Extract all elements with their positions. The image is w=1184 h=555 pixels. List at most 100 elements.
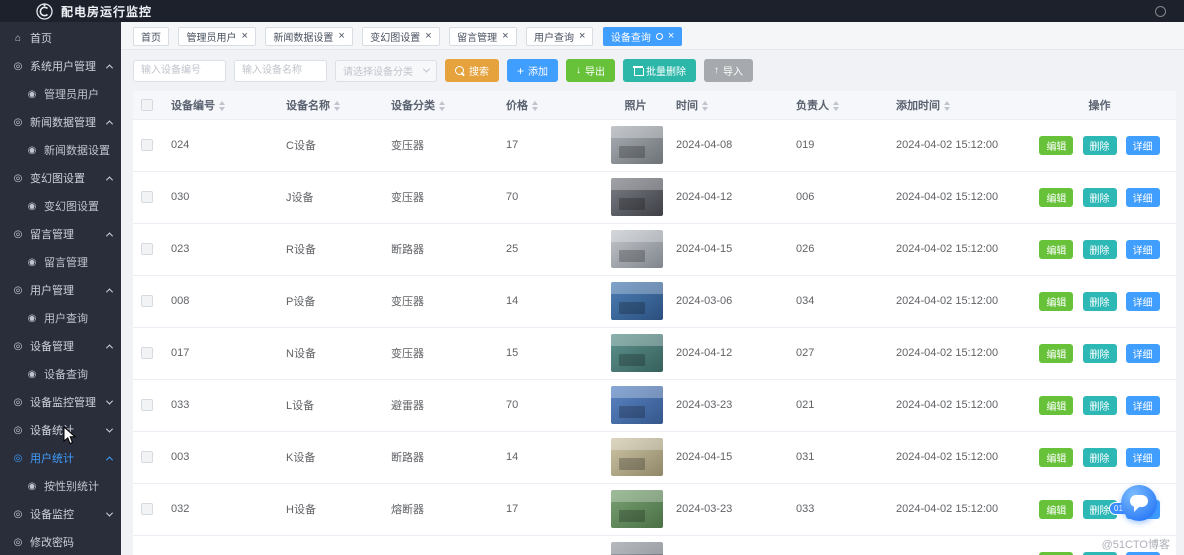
delete-button[interactable]: 删除 xyxy=(1082,187,1117,207)
column-header-0[interactable]: 设备编号 xyxy=(163,91,278,120)
device-photo[interactable] xyxy=(611,282,663,320)
device-photo[interactable] xyxy=(611,178,663,216)
edit-button[interactable]: 编辑 xyxy=(1039,239,1074,259)
row-checkbox[interactable] xyxy=(141,503,153,516)
sort-icon[interactable] xyxy=(833,100,839,111)
sidebar-item-6[interactable]: ◎ 设备管理 xyxy=(0,332,121,360)
device-photo[interactable] xyxy=(611,542,663,555)
close-icon[interactable]: × xyxy=(579,31,585,42)
tab-5[interactable]: 用户查询 × xyxy=(526,27,594,46)
sidebar-item-5[interactable]: ◎ 用户管理 xyxy=(0,276,121,304)
column-header-1[interactable]: 设备名称 xyxy=(278,91,383,120)
row-checkbox[interactable] xyxy=(141,295,153,308)
detail-button[interactable]: 详细 xyxy=(1125,551,1160,555)
column-header-4[interactable]: 照片 xyxy=(603,91,668,120)
edit-button[interactable]: 编辑 xyxy=(1039,447,1074,467)
tab-0[interactable]: 首页 xyxy=(133,27,169,46)
add-button[interactable]: + 添加 xyxy=(507,59,559,82)
device-photo[interactable] xyxy=(611,230,663,268)
sidebar-subitem-9-0[interactable]: ◉ 按性别统计 xyxy=(0,472,121,500)
edit-button[interactable]: 编辑 xyxy=(1039,499,1074,519)
edit-button[interactable]: 编辑 xyxy=(1039,291,1074,311)
close-icon[interactable]: × xyxy=(338,31,344,42)
sidebar-item-3[interactable]: ◎ 变幻图设置 xyxy=(0,164,121,192)
sidebar-item-8[interactable]: ◎ 设备统计 xyxy=(0,416,121,444)
detail-button[interactable]: 详细 xyxy=(1125,291,1160,311)
tab-3[interactable]: 变幻图设置 × xyxy=(362,27,440,46)
device-photo[interactable] xyxy=(611,438,663,476)
detail-button[interactable]: 详细 xyxy=(1125,343,1160,363)
tab-1[interactable]: 管理员用户 × xyxy=(178,27,256,46)
chat-widget[interactable]: 01:12 xyxy=(1109,485,1159,525)
sort-icon[interactable] xyxy=(702,100,708,111)
chat-bubble-icon[interactable] xyxy=(1121,485,1157,521)
sidebar-subitem-2-0[interactable]: ◉ 新闻数据设置 xyxy=(0,136,121,164)
sort-icon[interactable] xyxy=(944,100,950,111)
sort-icon[interactable] xyxy=(532,100,538,111)
sidebar-item-4[interactable]: ◎ 留言管理 xyxy=(0,220,121,248)
edit-button[interactable]: 编辑 xyxy=(1039,395,1074,415)
search-button[interactable]: 搜索 xyxy=(445,59,499,82)
column-header-7[interactable]: 添加时间 xyxy=(888,91,1023,120)
row-checkbox[interactable] xyxy=(141,399,153,412)
detail-button[interactable]: 详细 xyxy=(1125,135,1160,155)
delete-button[interactable]: 删除 xyxy=(1082,551,1117,555)
delete-button[interactable]: 删除 xyxy=(1082,343,1117,363)
category-select[interactable]: 请选择设备分类 xyxy=(335,59,437,82)
sort-icon[interactable] xyxy=(439,100,445,111)
sidebar-subitem-3-0[interactable]: ◉ 变幻图设置 xyxy=(0,192,121,220)
sidebar-item-9[interactable]: ◎ 用户统计 xyxy=(0,444,121,472)
tab-6[interactable]: 设备查询 × xyxy=(602,27,683,46)
sidebar-item-7[interactable]: ◎ 设备监控管理 xyxy=(0,388,121,416)
sort-icon[interactable] xyxy=(334,100,340,111)
detail-button[interactable]: 详细 xyxy=(1125,447,1160,467)
device-photo[interactable] xyxy=(611,490,663,528)
detail-button[interactable]: 详细 xyxy=(1125,395,1160,415)
detail-button[interactable]: 详细 xyxy=(1125,187,1160,207)
device-photo[interactable] xyxy=(611,126,663,164)
device-name-input[interactable] xyxy=(234,59,327,82)
sidebar-subitem-4-0[interactable]: ◉ 留言管理 xyxy=(0,248,121,276)
delete-button[interactable]: 删除 xyxy=(1082,135,1117,155)
tab-4[interactable]: 留言管理 × xyxy=(449,27,517,46)
close-icon[interactable]: × xyxy=(241,31,247,42)
close-icon[interactable]: × xyxy=(668,31,674,42)
import-button[interactable]: ↑ 导入 xyxy=(704,59,754,82)
edit-button[interactable]: 编辑 xyxy=(1039,551,1074,555)
edit-button[interactable]: 编辑 xyxy=(1039,187,1074,207)
column-header-8[interactable]: 操作 xyxy=(1023,91,1176,120)
delete-button[interactable]: 删除 xyxy=(1082,291,1117,311)
tab-2[interactable]: 新闻数据设置 × xyxy=(265,27,353,46)
sidebar-item-10[interactable]: ◎ 设备监控 xyxy=(0,500,121,528)
detail-button[interactable]: 详细 xyxy=(1125,239,1160,259)
header-user-icon[interactable] xyxy=(1155,5,1166,17)
edit-button[interactable]: 编辑 xyxy=(1039,343,1074,363)
sort-icon[interactable] xyxy=(219,100,225,111)
batch-delete-button[interactable]: 批量删除 xyxy=(623,59,697,82)
row-checkbox[interactable] xyxy=(141,139,153,152)
close-icon[interactable]: × xyxy=(425,31,431,42)
select-all-checkbox[interactable] xyxy=(141,98,153,111)
column-header-5[interactable]: 时间 xyxy=(668,91,788,120)
delete-button[interactable]: 删除 xyxy=(1082,395,1117,415)
device-code-input[interactable] xyxy=(133,59,226,82)
device-photo[interactable] xyxy=(611,386,663,424)
sidebar-item-11[interactable]: ◎ 修改密码 xyxy=(0,528,121,555)
sidebar-subitem-1-0[interactable]: ◉ 管理员用户 xyxy=(0,80,121,108)
column-header-2[interactable]: 设备分类 xyxy=(383,91,498,120)
edit-button[interactable]: 编辑 xyxy=(1039,135,1074,155)
sidebar-item-1[interactable]: ◎ 系统用户管理 xyxy=(0,52,121,80)
delete-button[interactable]: 删除 xyxy=(1082,447,1117,467)
row-checkbox[interactable] xyxy=(141,191,153,204)
device-photo[interactable] xyxy=(611,334,663,372)
delete-button[interactable]: 删除 xyxy=(1082,239,1117,259)
sidebar-item-2[interactable]: ◎ 新闻数据管理 xyxy=(0,108,121,136)
row-checkbox[interactable] xyxy=(141,347,153,360)
refresh-icon[interactable] xyxy=(655,33,663,40)
sidebar-subitem-5-0[interactable]: ◉ 用户查询 xyxy=(0,304,121,332)
column-header-3[interactable]: 价格 xyxy=(498,91,603,120)
row-checkbox[interactable] xyxy=(141,243,153,256)
column-header-6[interactable]: 负责人 xyxy=(788,91,888,120)
sidebar-item-0[interactable]: ⌂ 首页 xyxy=(0,24,121,52)
row-checkbox[interactable] xyxy=(141,451,153,464)
